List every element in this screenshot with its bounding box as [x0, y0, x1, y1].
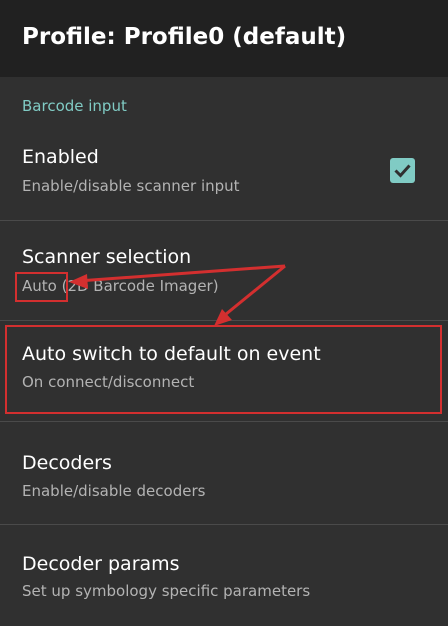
pref-summary: Auto (2D Barcode Imager) — [22, 277, 219, 295]
pref-title: Scanner selection — [22, 246, 192, 268]
page-title: Profile: Profile0 (default) — [22, 24, 347, 50]
profile-screen: Profile: Profile0 (default) Barcode inpu… — [0, 0, 448, 626]
scanner-selection-value: Auto — [22, 277, 57, 295]
enabled-checkbox[interactable] — [390, 158, 415, 183]
check-icon — [394, 164, 411, 178]
pref-title: Auto switch to default on event — [22, 343, 321, 365]
pref-title: Enabled — [22, 146, 99, 168]
pref-title: Decoders — [22, 452, 112, 474]
section-header-barcode-input: Barcode input — [22, 97, 127, 115]
pref-decoders[interactable]: Decoders Enable/disable decoders — [0, 422, 448, 524]
pref-decoder-params[interactable]: Decoder params Set up symbology specific… — [0, 525, 448, 626]
pref-auto-switch[interactable]: Auto switch to default on event On conne… — [0, 321, 448, 420]
pref-summary: Enable/disable scanner input — [22, 177, 240, 195]
pref-title: Decoder params — [22, 553, 180, 575]
pref-summary: On connect/disconnect — [22, 373, 195, 391]
app-bar: Profile: Profile0 (default) — [0, 0, 448, 77]
pref-summary: Enable/disable decoders — [22, 482, 206, 500]
pref-scanner-selection[interactable]: Scanner selection Auto (2D Barcode Image… — [0, 221, 448, 320]
pref-summary: Set up symbology specific parameters — [22, 582, 311, 600]
scanner-selection-detail: (2D Barcode Imager) — [56, 277, 219, 295]
pref-enabled[interactable]: Enabled Enable/disable scanner input — [0, 130, 448, 220]
